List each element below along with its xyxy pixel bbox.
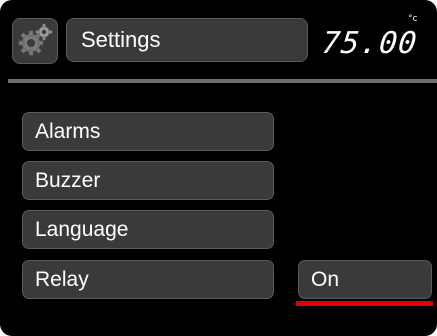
- page-title-label: Settings: [81, 27, 161, 52]
- menu-item-label: Language: [35, 217, 129, 241]
- settings-gears-button[interactable]: [12, 18, 58, 64]
- temperature-unit: °c: [408, 14, 418, 24]
- gears-icon: [18, 23, 53, 56]
- header-divider: [8, 79, 437, 83]
- menu-item-label: Alarms: [35, 119, 101, 143]
- menu-item-relay[interactable]: Relay: [22, 260, 274, 299]
- menu-item-label: Relay: [35, 267, 89, 291]
- relay-value-label: On: [311, 267, 340, 291]
- page-title: Settings: [66, 18, 308, 62]
- relay-value-selector[interactable]: On: [298, 260, 432, 299]
- settings-screen: Settings 75.00 °c Alarms Buzzer Language…: [0, 0, 437, 336]
- selection-underline: [296, 301, 433, 306]
- menu-item-alarms[interactable]: Alarms: [22, 112, 274, 151]
- menu-item-buzzer[interactable]: Buzzer: [22, 161, 274, 200]
- menu-item-language[interactable]: Language: [22, 210, 274, 249]
- temperature-readout: 75.00: [320, 26, 420, 61]
- menu-item-label: Buzzer: [35, 168, 101, 192]
